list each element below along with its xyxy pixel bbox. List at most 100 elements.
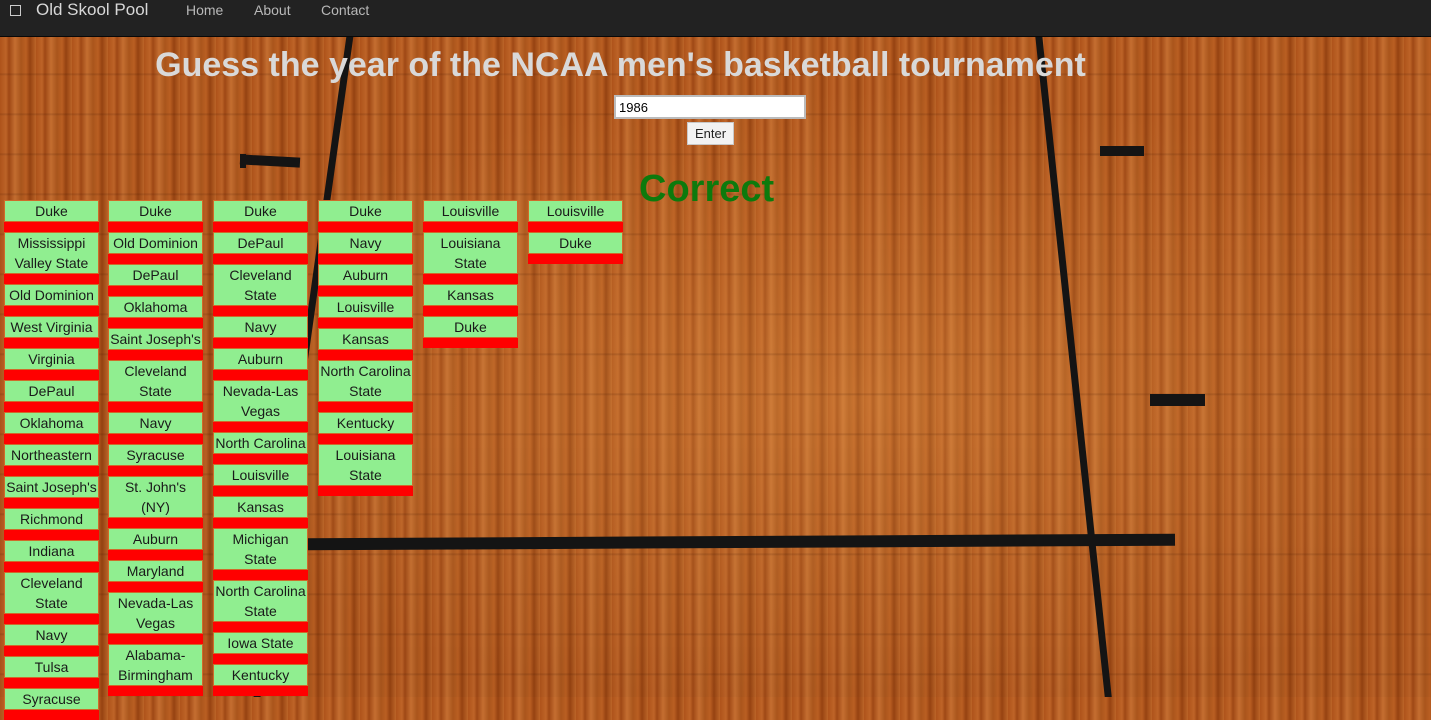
team-cell: Michigan State — [213, 528, 308, 570]
brand-link[interactable]: Old Skool Pool — [36, 0, 148, 20]
team-cell: North Carolina — [213, 432, 308, 454]
enter-button[interactable]: Enter — [687, 122, 734, 145]
bracket-separator — [213, 622, 308, 632]
team-cell: Duke — [4, 200, 99, 222]
team-cell: Duke — [528, 232, 623, 254]
bracket-separator — [318, 286, 413, 296]
bracket-separator — [318, 222, 413, 232]
bracket-separator — [4, 402, 99, 412]
team-cell: Oklahoma — [4, 412, 99, 434]
page-title: Guess the year of the NCAA men's basketb… — [155, 46, 1086, 84]
team-cell: Duke — [318, 200, 413, 222]
team-cell: Auburn — [318, 264, 413, 286]
team-cell: Maryland — [108, 560, 203, 582]
bracket-separator — [108, 518, 203, 528]
team-cell: DePaul — [213, 232, 308, 254]
nav-about-link[interactable]: About — [254, 2, 291, 18]
bracket-separator — [423, 338, 518, 348]
team-cell: Louisville — [423, 200, 518, 222]
team-cell: St. John's (NY) — [108, 476, 203, 518]
team-cell: Kansas — [423, 284, 518, 306]
nav-home-link[interactable]: Home — [186, 2, 223, 18]
bracket-round-3: Duke DePaul Cleveland State Navy Auburn Nevad… — [213, 200, 308, 696]
team-cell: Navy — [108, 412, 203, 434]
bracket-separator — [318, 350, 413, 360]
team-cell: North Carolina State — [213, 580, 308, 622]
court-line — [1150, 394, 1205, 406]
bracket-separator — [108, 434, 203, 444]
bracket-separator — [318, 254, 413, 264]
team-cell: Tulsa — [4, 656, 99, 678]
team-cell: North Carolina State — [318, 360, 413, 402]
bracket-separator — [108, 350, 203, 360]
result-message: Correct — [639, 168, 775, 210]
year-input[interactable] — [614, 95, 806, 119]
bracket-separator — [108, 222, 203, 232]
bracket-separator — [108, 582, 203, 592]
team-cell: Syracuse — [4, 688, 99, 710]
team-cell: Saint Joseph's — [108, 328, 203, 350]
court-line — [304, 533, 1176, 551]
bracket-separator — [213, 686, 308, 696]
bracket-round-2: Duke Old Dominion DePaul Oklahoma Saint Jose… — [108, 200, 203, 696]
team-cell: West Virginia — [4, 316, 99, 338]
bracket-separator — [4, 498, 99, 508]
team-cell: Nevada-Las Vegas — [213, 380, 308, 422]
bracket-separator — [4, 222, 99, 232]
team-cell: Old Dominion — [4, 284, 99, 306]
bracket-separator — [423, 222, 518, 232]
bracket-separator — [108, 254, 203, 264]
bracket-separator — [213, 454, 308, 464]
navbar: Old Skool Pool Home About Contact — [0, 0, 1431, 37]
bracket-separator — [213, 338, 308, 348]
team-cell: Cleveland State — [4, 572, 99, 614]
team-cell: Virginia — [4, 348, 99, 370]
bracket-separator — [108, 466, 203, 476]
team-cell: Cleveland State — [108, 360, 203, 402]
bracket-separator — [4, 710, 99, 720]
bracket-separator — [423, 306, 518, 316]
team-cell: Syracuse — [108, 444, 203, 466]
team-cell: Louisville — [213, 464, 308, 486]
team-cell: Louisiana State — [423, 232, 518, 274]
team-cell: Kentucky — [213, 664, 308, 686]
bracket-separator — [4, 274, 99, 284]
brand-icon — [10, 5, 21, 16]
team-cell: Kansas — [213, 496, 308, 518]
bracket-separator — [213, 518, 308, 528]
bracket-separator — [213, 306, 308, 316]
team-cell: DePaul — [108, 264, 203, 286]
bracket-round-5: Louisville Louisiana State Kansas Duke — [423, 200, 518, 348]
bracket-separator — [4, 562, 99, 572]
bracket-separator — [213, 222, 308, 232]
team-cell: Cleveland State — [213, 264, 308, 306]
bracket-separator — [528, 254, 623, 264]
bracket-separator — [213, 486, 308, 496]
team-cell: Iowa State — [213, 632, 308, 654]
team-cell: Duke — [108, 200, 203, 222]
bracket-separator — [108, 634, 203, 644]
bracket-separator — [4, 678, 99, 688]
bracket-separator — [318, 402, 413, 412]
bracket-separator — [4, 338, 99, 348]
bracket-separator — [4, 434, 99, 444]
bracket-separator — [108, 402, 203, 412]
bracket-separator — [213, 370, 308, 380]
court-line — [239, 154, 301, 168]
team-cell: Kentucky — [318, 412, 413, 434]
bracket-round-6: Louisville Duke — [528, 200, 623, 264]
bracket-round-1: Duke Mississippi Valley State Old Dominion… — [4, 200, 99, 720]
team-cell: Old Dominion — [108, 232, 203, 254]
bracket-separator — [108, 686, 203, 696]
bracket-separator — [213, 254, 308, 264]
bracket-separator — [318, 486, 413, 496]
team-cell: Navy — [4, 624, 99, 646]
team-cell: Saint Joseph's — [4, 476, 99, 498]
bracket-separator — [4, 646, 99, 656]
team-cell: Kansas — [318, 328, 413, 350]
nav-contact-link[interactable]: Contact — [321, 2, 369, 18]
team-cell: Duke — [423, 316, 518, 338]
team-cell: Oklahoma — [108, 296, 203, 318]
bracket-separator — [318, 318, 413, 328]
team-cell: Mississippi Valley State — [4, 232, 99, 274]
